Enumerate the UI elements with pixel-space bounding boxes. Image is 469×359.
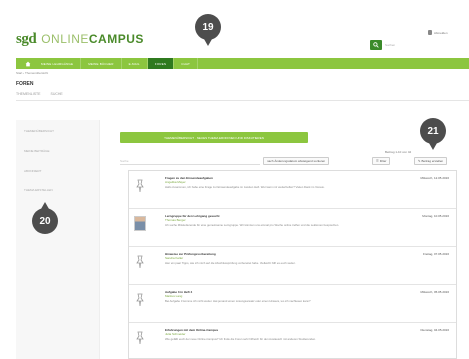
post-date: Mittwoch, 05.05.2016 [420, 290, 449, 294]
sidebar: THEMENÜBERSICHT MEINE BEITRÄGE ABONNIERT… [16, 120, 100, 359]
new-post-label: Beitrag erstellen [421, 159, 444, 163]
pin-icon [136, 255, 144, 268]
avatar [134, 254, 146, 269]
filter-icon: ☰ [376, 159, 379, 163]
post-author[interactable]: Sandra Keller [165, 256, 183, 260]
nav-home[interactable] [22, 58, 34, 69]
page-frame: sgd ONLINE CAMPUS Suchen Abmelden MEINE … [0, 0, 469, 359]
user-menu[interactable]: Abmelden [428, 30, 448, 35]
nav-item-buecher[interactable]: MEINE BÜCHER [81, 58, 122, 69]
tab-themenliste[interactable]: THEMENLISTE [16, 92, 41, 96]
post-author[interactable]: Angelika Mayer [165, 180, 186, 184]
avatar [134, 178, 146, 193]
callout-badge-19: 19 [195, 14, 221, 40]
sidebar-item-create-topic[interactable]: THEMA ERSTELLEN [24, 188, 53, 192]
logo-sgd: sgd [16, 31, 37, 47]
post-date: Montag, 10.05.2016 [422, 214, 449, 218]
divider [16, 100, 469, 101]
avatar [134, 330, 146, 345]
search-icon [373, 42, 379, 48]
nav-item-foren[interactable]: FOREN [147, 58, 175, 69]
nav-item-chat[interactable]: CHAT [174, 58, 199, 69]
callout-pointer [41, 202, 49, 209]
logo-online: ONLINE [41, 32, 89, 46]
callout-pointer [429, 143, 437, 150]
post-snippet: Hallo zusammen, ich habe eine Frage zur … [165, 185, 325, 189]
new-post-button[interactable]: ✎ Beitrag erstellen [414, 157, 448, 165]
sidebar-item-subscribed[interactable]: ABONNIERT [24, 169, 41, 173]
search-button[interactable] [370, 40, 382, 50]
tab-suche[interactable]: SUCHE [51, 92, 63, 96]
post-date: Mittwoch, 12.05.2016 [420, 176, 449, 180]
pin-icon [136, 331, 144, 344]
callout-badge-21: 21 [420, 118, 446, 144]
avatar [134, 216, 146, 231]
breadcrumb[interactable]: Start › Themenübersicht [16, 71, 48, 75]
new-post-icon: ✎ [418, 159, 421, 163]
list-item[interactable]: Lerngruppe für den Lehrgang gesucht Thom… [129, 209, 456, 247]
post-snippet: Bei Aufgabe 3 komme ich nicht weiter. Ha… [165, 299, 311, 303]
callout-pointer [204, 39, 212, 46]
forum-search-input[interactable]: Suche [120, 157, 260, 165]
post-author[interactable]: Markus Lang [165, 294, 182, 298]
search-input[interactable]: Suchen [385, 43, 395, 47]
post-snippet: Ich suche Mitstudierende für eine gemein… [165, 223, 340, 227]
list-item[interactable]: Hinweise zur Prüfungsvorbereitung Sandra… [129, 247, 456, 285]
pin-icon [136, 179, 144, 192]
filter-button[interactable]: ☰ Filter [372, 157, 391, 165]
sidebar-item-my-posts[interactable]: MEINE BEITRÄGE [24, 149, 50, 153]
sub-tabs: THEMENLISTE SUCHE [16, 92, 63, 96]
avatar [134, 292, 146, 307]
list-item[interactable]: Aufgabe 3 in Heft 4 Markus Lang Mittwoch… [129, 285, 456, 323]
callout-badge-20: 20 [32, 208, 58, 234]
post-snippet: Hier ein paar Tipps, wie ich mich auf di… [165, 261, 296, 265]
post-author[interactable]: Julia Schneider [165, 332, 186, 336]
logo[interactable]: sgd ONLINE CAMPUS [16, 31, 144, 48]
post-date: Freitag, 07.05.2016 [422, 252, 449, 256]
pin-icon [136, 293, 144, 306]
list-item[interactable]: Fragen zu den Einsendeaufgaben Angelika … [129, 171, 456, 209]
post-snippet: Wie gefällt euch der neue Online-Campus?… [165, 337, 316, 341]
logo-campus: CAMPUS [88, 32, 144, 46]
filter-label: Filter [379, 159, 387, 163]
page-title: FOREN [16, 81, 34, 87]
sidebar-item-overview[interactable]: THEMENÜBERSICHT [24, 129, 54, 133]
logout-link[interactable]: Abmelden [434, 31, 448, 35]
home-icon [25, 61, 31, 66]
result-count: Beitrag 1-10 von 42 [385, 150, 412, 154]
post-date: Dienstag, 04.05.2016 [420, 328, 449, 332]
list-item[interactable]: Erfahrungen mit dem Online-Campus Julia … [129, 323, 456, 358]
main-nav: MEINE LEHRGÄNGE MEINE BÜCHER E-MAIL FORE… [16, 58, 469, 69]
post-author[interactable]: Thomas Berger [165, 218, 186, 222]
user-icon [428, 30, 432, 35]
post-list: Fragen zu den Einsendeaufgaben Angelika … [128, 170, 457, 359]
nav-item-lehrgaenge[interactable]: MEINE LEHRGÄNGE [34, 58, 82, 69]
sort-select[interactable]: nach Änderungsdatum absteigend sortieren [263, 157, 330, 165]
new-topic-banner[interactable]: THEMENÜBERSICHT · NEUES THEMA EROFFNEN U… [120, 132, 308, 143]
nav-item-email[interactable]: E-MAIL [122, 58, 148, 69]
